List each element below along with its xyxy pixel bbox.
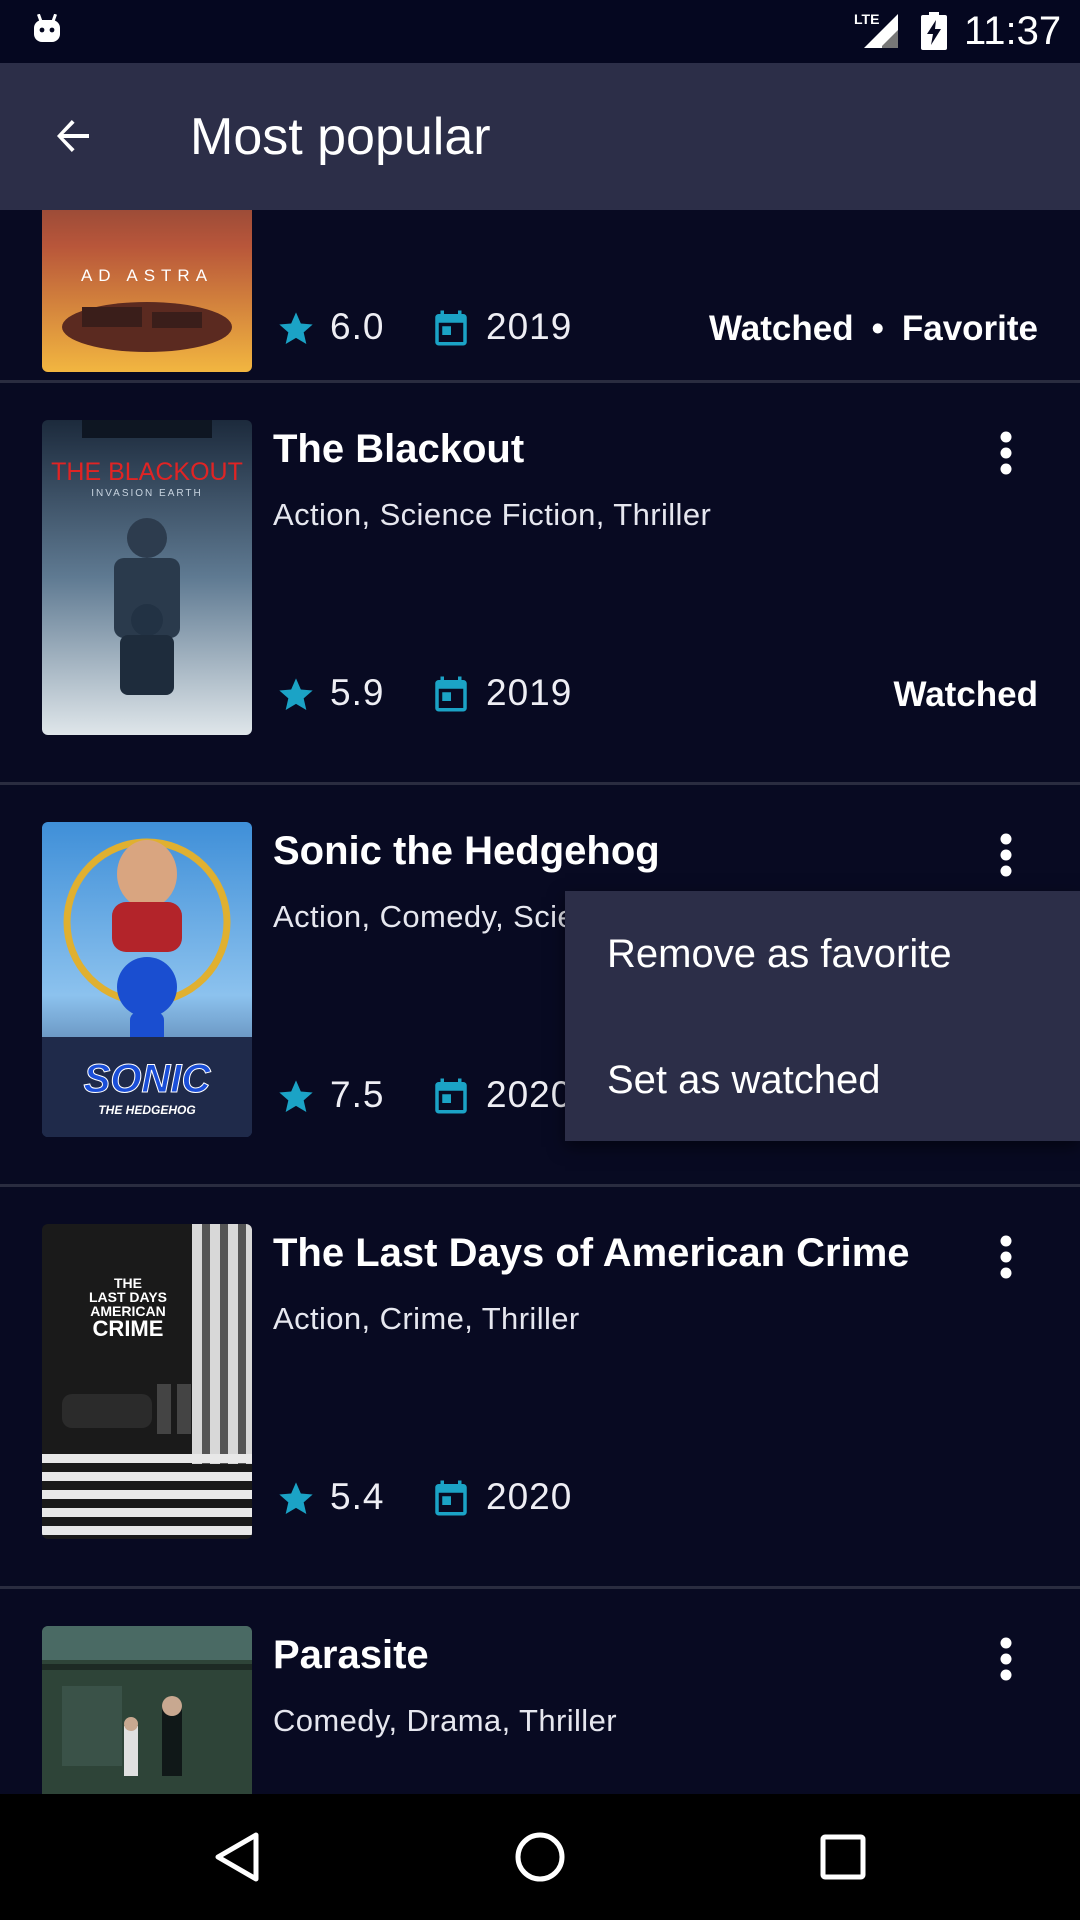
more-options-button[interactable] (984, 1631, 1028, 1687)
list-item[interactable]: THE BLACKOUT INVASION EARTH The Blackout… (0, 383, 1080, 783)
calendar-icon (435, 676, 467, 712)
movie-rating: 5.9 (330, 672, 385, 713)
tag-separator: • (871, 309, 884, 348)
movie-year: 2019 (486, 672, 573, 713)
more-vert-icon (1000, 833, 1012, 877)
poster-subtitle-text: INVASION EARTH (91, 488, 203, 499)
movie-rating: 5.4 (330, 1476, 385, 1517)
calendar-icon (435, 1480, 467, 1516)
navigation-bar (0, 1794, 1080, 1920)
poster-title-text: AD ASTRA (81, 266, 213, 285)
watched-tag: Watched (709, 309, 854, 348)
poster-title-text: CRIME (93, 1316, 164, 1341)
poster-title-text: SONIC (84, 1057, 212, 1101)
calendar-icon (435, 310, 467, 346)
triangle-back-icon (215, 1832, 259, 1882)
star-icon (279, 1080, 313, 1112)
movie-rating: 6.0 (330, 306, 385, 347)
movie-tags: Watched (893, 673, 1038, 717)
calendar-icon (435, 1078, 467, 1114)
page-title: Most popular (190, 108, 491, 166)
watched-tag: Watched (893, 675, 1038, 714)
movie-title: Parasite (273, 1633, 429, 1677)
arrow-back-icon (57, 120, 89, 152)
back-button[interactable] (40, 103, 106, 169)
movie-title: The Last Days of American Crime (273, 1231, 910, 1275)
star-icon (279, 678, 313, 710)
context-menu: Remove as favorite Set as watched (565, 891, 1080, 1141)
movie-year: 2020 (486, 1476, 573, 1517)
more-options-button[interactable] (984, 425, 1028, 481)
more-options-button[interactable] (984, 827, 1028, 883)
movie-genres: Action, Crime, Thriller (273, 1301, 580, 1336)
battery-charging-icon (921, 12, 947, 50)
movie-title: Sonic the Hedgehog (273, 829, 660, 873)
star-icon (279, 1482, 313, 1514)
more-vert-icon (1000, 431, 1012, 475)
nav-recents-button[interactable] (808, 1822, 878, 1892)
app-bar: Most popular (0, 63, 1080, 210)
menu-item-set-watched[interactable]: Set as watched (565, 1017, 1080, 1143)
movie-poster: AD ASTRA (42, 210, 252, 372)
nav-back-button[interactable] (202, 1822, 272, 1892)
square-recents-icon (820, 1834, 866, 1880)
list-item[interactable]: Parasite Comedy, Drama, Thriller (0, 1589, 1080, 1794)
movie-poster (42, 1626, 252, 1794)
movie-poster: SONIC THE HEDGEHOG (42, 822, 252, 1137)
android-robot-icon (34, 14, 60, 42)
poster-subtitle-text: THE HEDGEHOG (98, 1103, 195, 1117)
movie-poster: THE LAST DAYS AMERICAN CRIME (42, 1224, 252, 1539)
movie-poster: THE BLACKOUT INVASION EARTH (42, 420, 252, 735)
more-vert-icon (1000, 1637, 1012, 1681)
circle-home-icon (515, 1832, 565, 1882)
movie-title: The Blackout (273, 427, 525, 471)
network-label: LTE (854, 11, 879, 27)
more-options-button[interactable] (984, 1229, 1028, 1285)
list-item[interactable]: THE LAST DAYS AMERICAN CRIME The Last Da… (0, 1187, 1080, 1587)
star-icon (279, 312, 313, 344)
movie-tags: Watched • Favorite (709, 307, 1038, 351)
status-clock: 11:37 (964, 9, 1062, 53)
nav-home-button[interactable] (505, 1822, 575, 1892)
lte-signal-icon: LTE (854, 11, 898, 48)
favorite-tag: Favorite (901, 309, 1038, 348)
movie-year: 2020 (486, 1074, 573, 1115)
status-bar: LTE 11:37 (0, 0, 1080, 63)
movie-year: 2019 (486, 306, 573, 347)
more-vert-icon (1000, 1235, 1012, 1279)
movie-genres: Action, Science Fiction, Thriller (273, 497, 712, 532)
movie-genres: Comedy, Drama, Thriller (273, 1703, 617, 1738)
menu-item-remove-favorite[interactable]: Remove as favorite (565, 891, 1080, 1017)
movie-rating: 7.5 (330, 1074, 385, 1115)
poster-title-text: THE BLACKOUT (51, 458, 243, 486)
